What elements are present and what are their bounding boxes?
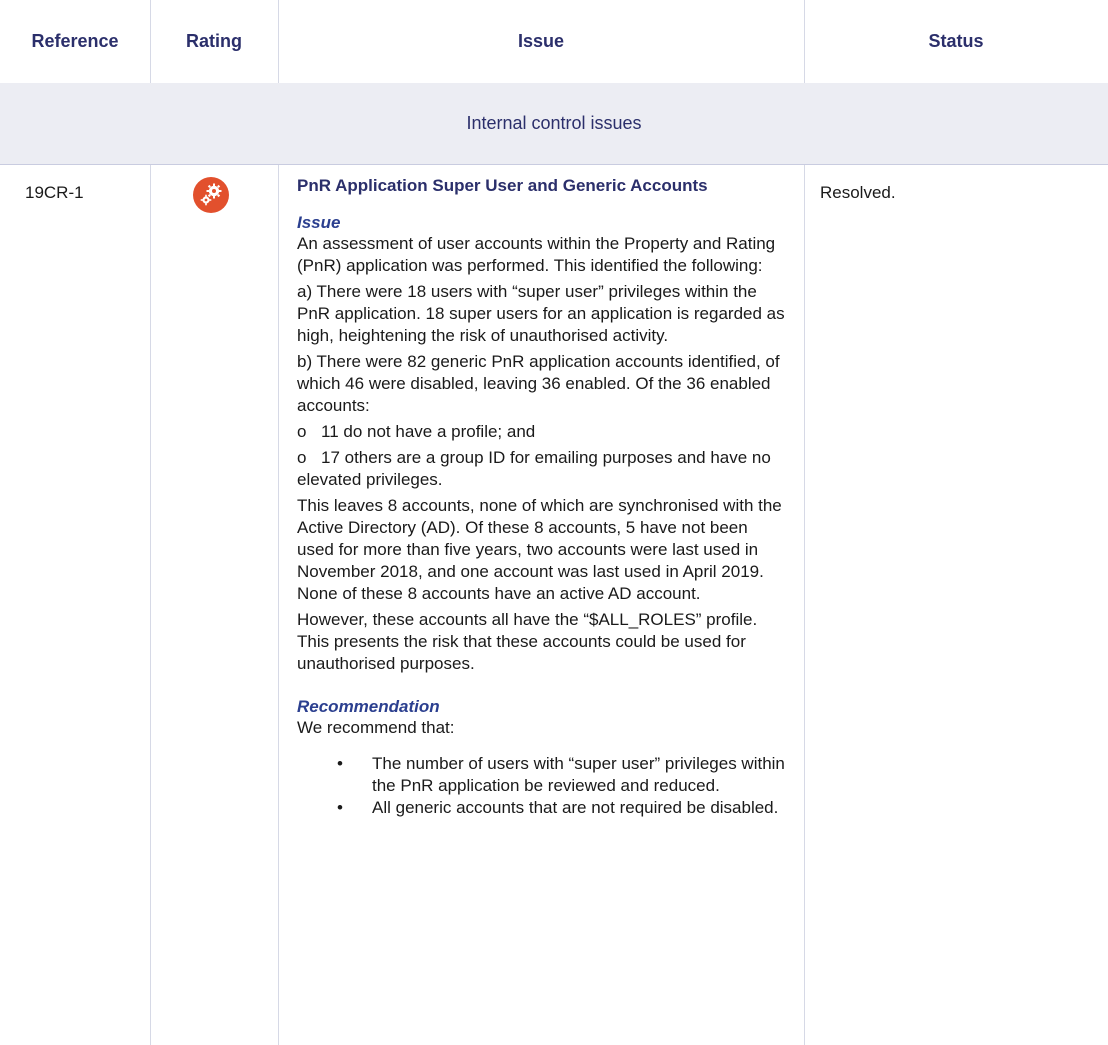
table-row: 19CR-1 PnR Application Super User and Ge… — [0, 165, 1108, 1045]
list-item: o 11 do not have a profile; and — [297, 421, 785, 443]
section-row: Internal control issues — [0, 83, 1108, 165]
header-status: Status — [928, 31, 984, 51]
issue-paragraph: However, these accounts all have the “$A… — [297, 610, 758, 673]
list-item-text: All generic accounts that are not requir… — [372, 798, 779, 817]
issue-point-b: b) There were 82 generic PnR application… — [297, 352, 780, 415]
column-divider — [804, 0, 805, 83]
table-header: Reference Rating Issue Status — [0, 0, 1108, 83]
recommendation-list: • The number of users with “super user” … — [297, 753, 785, 819]
recommendation-subheading: Recommendation — [297, 697, 440, 716]
column-divider — [150, 165, 151, 1045]
recommendation-intro: We recommend that: — [297, 718, 455, 737]
status-value: Resolved. — [820, 183, 896, 202]
gears-icon — [193, 177, 229, 213]
header-issue: Issue — [517, 31, 565, 51]
issue-cell: PnR Application Super User and Generic A… — [297, 175, 785, 819]
column-divider — [278, 0, 279, 83]
list-item: • The number of users with “super user” … — [297, 753, 785, 797]
list-marker: o — [297, 448, 307, 467]
list-item: o 17 others are a group ID for emailing p… — [297, 447, 785, 491]
bullet-marker: • — [337, 798, 343, 817]
column-divider — [804, 165, 805, 1045]
list-item-text: The number of users with “super user” pr… — [372, 754, 785, 795]
reference-value: 19CR-1 — [25, 183, 84, 202]
section-label: Internal control issues — [466, 113, 642, 133]
list-item-text: 17 others are a group ID for emailing pu… — [297, 448, 771, 489]
column-divider — [150, 0, 151, 83]
issue-subheading: Issue — [297, 213, 341, 232]
column-divider — [278, 165, 279, 1045]
issue-point-a: a) There were 18 users with “super user”… — [297, 282, 785, 345]
header-reference: Reference — [31, 31, 119, 51]
issue-title: PnR Application Super User and Generic A… — [297, 176, 708, 195]
bullet-marker: • — [337, 754, 343, 773]
list-item-text: 11 do not have a profile; and — [321, 422, 536, 441]
list-item: • All generic accounts that are not requ… — [297, 797, 785, 819]
list-marker: o — [297, 422, 307, 441]
issue-intro: An assessment of user accounts within th… — [297, 234, 776, 275]
header-rating: Rating — [186, 31, 242, 51]
issue-paragraph: This leaves 8 accounts, none of which ar… — [297, 496, 782, 603]
